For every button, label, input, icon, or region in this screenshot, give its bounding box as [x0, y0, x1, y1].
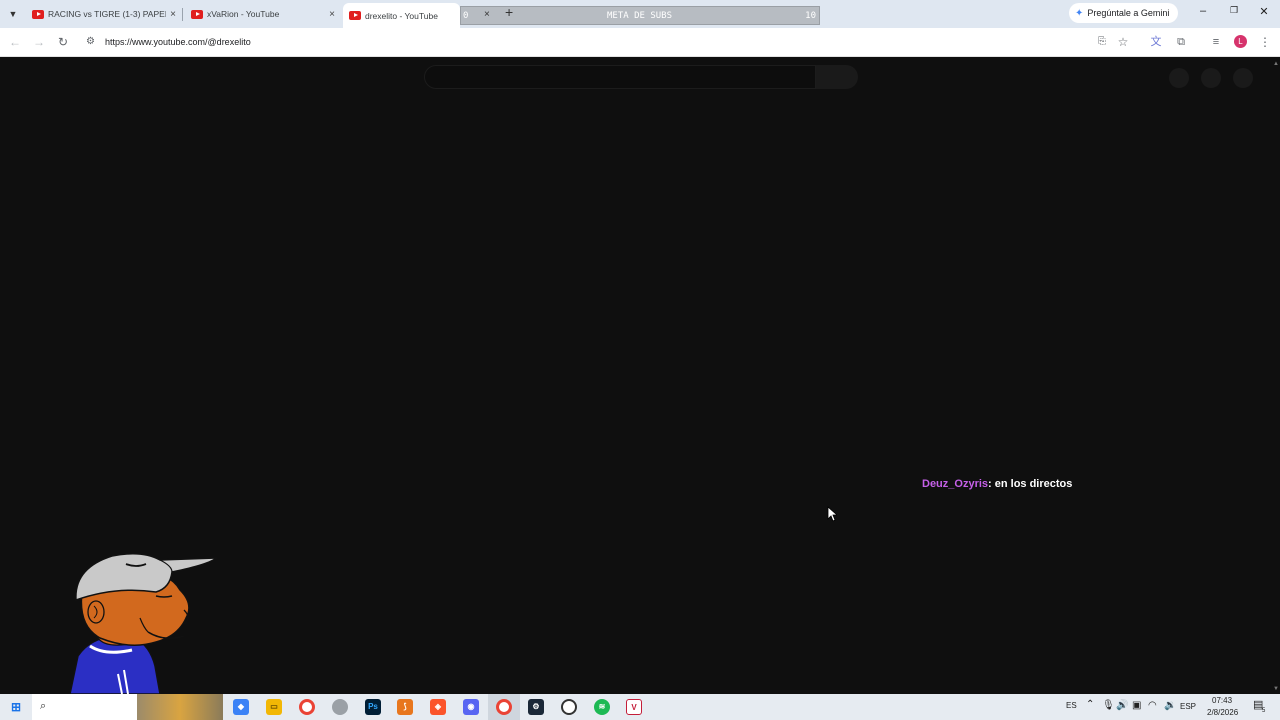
tab-title: RACING vs TIGRE (1-3) PAPELÓ: [48, 9, 166, 19]
speaker-icon[interactable]: 🔊: [1116, 700, 1128, 711]
volume-icon[interactable]: 🔉: [1164, 700, 1176, 711]
copilot-app-icon[interactable]: ◆: [233, 699, 249, 715]
extensions-puzzle-icon[interactable]: ⧉: [1173, 35, 1189, 49]
youtube-favicon-icon: [349, 11, 361, 20]
profile-avatar[interactable]: L: [1234, 35, 1247, 48]
scroll-down-icon[interactable]: ▼: [1273, 686, 1279, 692]
language-indicator[interactable]: ES: [1066, 701, 1077, 710]
brave-app-icon[interactable]: ◈: [430, 699, 446, 715]
notifications-button[interactable]: [1201, 68, 1221, 88]
search-button[interactable]: [816, 65, 858, 89]
clock-time[interactable]: 07:43: [1212, 696, 1232, 705]
windows-start-icon[interactable]: ⊞: [8, 699, 24, 715]
restore-button[interactable]: ❐: [1225, 5, 1243, 16]
tab-racing-vs-tigre[interactable]: RACING vs TIGRE (1-3) PAPELÓ ×: [28, 0, 180, 28]
install-app-icon[interactable]: ⎘: [1094, 35, 1110, 49]
notification-count: 5: [1262, 708, 1266, 714]
keyboard-layout-indicator[interactable]: ESP: [1180, 702, 1196, 711]
youtube-favicon-icon: [32, 9, 44, 19]
back-arrow-icon[interactable]: ←: [7, 35, 23, 49]
minimize-button[interactable]: –: [1194, 5, 1212, 17]
microphone-icon[interactable]: 🎙: [1102, 700, 1115, 711]
gemini-label: Pregúntale a Gemini: [1087, 8, 1170, 18]
browser-tab-strip: ▼ RACING vs TIGRE (1-3) PAPELÓ × xVaRion…: [0, 0, 1280, 28]
tab-close-icon[interactable]: ×: [484, 9, 490, 20]
streamer-mascot-illustration: [69, 553, 218, 694]
photoshop-app-icon[interactable]: Ps: [365, 699, 381, 715]
chat-message: Deuz_Ozyris: en los directos: [922, 478, 1072, 490]
tab-title: xVaRion - YouTube: [207, 9, 280, 19]
taskbar-search-box[interactable]: ⌕: [32, 694, 137, 720]
ask-gemini-button[interactable]: ✦ Pregúntale a Gemini: [1069, 3, 1179, 23]
gemini-sparkle-icon: ✦: [1075, 7, 1084, 19]
reload-icon[interactable]: ↻: [55, 35, 71, 49]
file-explorer-icon[interactable]: ▭: [266, 699, 282, 715]
chrome-active-app-icon[interactable]: [496, 699, 512, 715]
tab-search-icon[interactable]: ▼: [4, 5, 22, 23]
search-input[interactable]: [424, 65, 816, 89]
wifi-icon[interactable]: ◠: [1148, 700, 1157, 711]
chat-text: : en los directos: [988, 478, 1073, 490]
browser-toolbar: ← → ↻ ⚙ https://www.youtube.com/@drexeli…: [0, 28, 1280, 57]
mouse-cursor-icon: [827, 506, 837, 522]
fl-studio-app-icon[interactable]: ⟆: [397, 699, 413, 715]
tab-separator: [182, 8, 183, 21]
account-button[interactable]: [1233, 68, 1253, 88]
tab-drexelito[interactable]: drexelito - YouTube: [343, 3, 460, 28]
close-window-button[interactable]: ✕: [1255, 5, 1273, 18]
forward-arrow-icon[interactable]: →: [31, 35, 47, 49]
menu-kebab-icon[interactable]: ⋮: [1257, 35, 1273, 49]
subscriber-goal-overlay: 0 × META DE SUBS 10: [460, 6, 820, 25]
reading-list-icon[interactable]: ≡: [1208, 35, 1224, 49]
search-highlight-tiger-image: [137, 694, 223, 720]
goal-target-value: 10: [805, 11, 816, 21]
steam-app-icon[interactable]: ⚙: [528, 699, 544, 715]
tab-close-icon[interactable]: ×: [325, 9, 339, 20]
tab-close-icon[interactable]: ×: [166, 9, 180, 20]
valorant-app-icon[interactable]: V: [626, 699, 642, 715]
display-icon[interactable]: ▣: [1132, 700, 1141, 711]
clock-date[interactable]: 2/8/2026: [1207, 708, 1238, 717]
address-bar[interactable]: https://www.youtube.com/@drexelito: [105, 37, 251, 47]
goal-start-value: 0: [463, 11, 469, 21]
site-info-icon[interactable]: ⚙: [86, 36, 95, 47]
tab-xvarion[interactable]: xVaRion - YouTube ×: [187, 0, 339, 28]
youtube-page: ▲ ▼ Deuz_Ozyris: en los directos: [0, 58, 1280, 694]
goal-title: META DE SUBS: [607, 11, 673, 21]
windows-taskbar: ⊞ ⌕ ◆ ▭ Ps ⟆ ◈ ◉ ⚙ ≋ V ES ⌃ 🎙 🔊 ▣ ◠ 🔉 ES…: [0, 694, 1280, 720]
spotify-app-icon[interactable]: ≋: [594, 699, 610, 715]
chat-username: Deuz_Ozyris: [922, 478, 989, 490]
app-icon[interactable]: [332, 699, 348, 715]
chevron-up-icon[interactable]: ⌃: [1086, 699, 1094, 710]
scrollbar[interactable]: ▲ ▼: [1272, 58, 1280, 694]
tab-title: drexelito - YouTube: [365, 10, 438, 21]
scroll-up-icon[interactable]: ▲: [1273, 61, 1279, 67]
new-tab-button[interactable]: +: [505, 5, 513, 19]
youtube-favicon-icon: [191, 9, 203, 19]
chrome-app-icon[interactable]: [299, 699, 315, 715]
translate-extension-icon[interactable]: 文: [1148, 35, 1164, 49]
create-button[interactable]: [1169, 68, 1189, 88]
bookmark-star-icon[interactable]: ☆: [1115, 35, 1131, 49]
discord-app-icon[interactable]: ◉: [463, 699, 479, 715]
search-icon: ⌕: [40, 700, 47, 712]
app-icon[interactable]: [561, 699, 577, 715]
